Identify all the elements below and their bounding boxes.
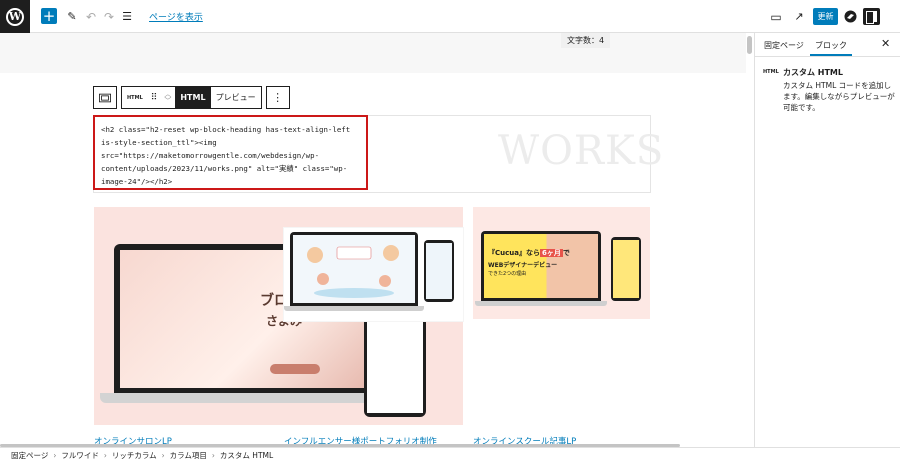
breadcrumb-item[interactable]: リッチカラム <box>112 450 157 461</box>
phone-screen <box>426 243 452 299</box>
laptop-screen: 『Cucua』なら 6ヶ月で WEBデザイナーデビュー できた2つの理由 <box>484 234 598 298</box>
external-preview-icon[interactable]: ↗ <box>792 7 806 26</box>
block-card-description: カスタム HTML コードを追加します。編集しながらプレビューが可能です。 <box>783 81 895 112</box>
redo-icon[interactable]: ↷ <box>102 7 116 26</box>
vertical-scrollbar[interactable] <box>747 36 752 54</box>
block-type-group: HTML ⠿ ︿ ﹀ HTML プレビュー <box>121 86 262 109</box>
phone-mockup <box>364 317 426 417</box>
phone-screen <box>613 240 639 298</box>
phone-screen <box>367 321 423 413</box>
laptop-mockup <box>290 232 418 306</box>
illustration-graphic <box>307 245 399 298</box>
breadcrumb-separator: › <box>211 450 215 460</box>
laptop-mockup: 『Cucua』なら 6ヶ月で WEBデザイナーデビュー できた2つの理由 <box>481 231 601 301</box>
phone-mockup <box>611 237 641 301</box>
breadcrumb-separator: › <box>161 450 165 460</box>
word-count-badge: 文字数：4 <box>561 33 611 48</box>
editor-top-bar: W + ✎ ↶ ↷ ☰ ページを表示 ▭ ↗ 更新 <box>0 0 900 33</box>
tab-block[interactable]: ブロック <box>810 40 852 56</box>
settings-sidebar: 固定ページ ブロック ✕ HTML カスタム HTML カスタム HTML コー… <box>754 33 900 447</box>
select-parent-button[interactable] <box>94 87 116 108</box>
thumb-cta-button <box>270 364 320 374</box>
thumb-school-line3: できた2つの理由 <box>488 271 527 277</box>
columns-icon <box>99 93 111 102</box>
tab-html[interactable]: HTML <box>175 87 211 108</box>
add-block-button[interactable]: + <box>41 8 57 24</box>
settings-sidebar-button[interactable] <box>863 8 880 25</box>
thumb-school-highlight: 6ヶ月 <box>539 249 563 257</box>
laptop-base <box>475 301 607 306</box>
breadcrumb-item[interactable]: フルワイド <box>61 450 99 461</box>
more-options-icon[interactable]: ⋮ <box>267 87 289 108</box>
custom-html-code-editor[interactable]: <h2 class="h2-reset wp-block-heading has… <box>93 115 368 190</box>
laptop-screen <box>293 235 415 303</box>
device-preview-icon[interactable]: ▭ <box>769 7 783 26</box>
canvas-header-band <box>0 33 746 73</box>
wordpress-logo-icon: W <box>6 7 24 26</box>
jetpack-shape <box>844 10 856 23</box>
html-block-icon[interactable]: HTML <box>122 87 148 108</box>
work-thumbnail-school[interactable]: 『Cucua』なら 6ヶ月で WEBデザイナーデビュー できた2つの理由 <box>473 207 650 319</box>
laptop-base <box>284 306 424 311</box>
tab-preview[interactable]: プレビュー <box>211 87 261 108</box>
thumb-school-line2: WEBデザイナーデビュー <box>488 262 558 269</box>
html-block-icon: HTML <box>763 69 779 75</box>
works-heading-image-text: WORKS <box>498 128 665 174</box>
block-toolbar: HTML ⠿ ︿ ﹀ HTML プレビュー ⋮ <box>93 86 290 109</box>
breadcrumb-item[interactable]: 固定ページ <box>11 450 48 461</box>
breadcrumb-separator: › <box>53 450 57 460</box>
move-up-down-icon[interactable]: ︿ ﹀ <box>160 87 175 108</box>
block-options-group: ⋮ <box>265 86 290 109</box>
thumb-school-headline: 『Cucua』なら 6ヶ月で <box>488 248 570 258</box>
wordpress-logo-button[interactable]: W <box>0 0 30 33</box>
update-button[interactable]: 更新 <box>813 8 838 25</box>
jetpack-icon[interactable] <box>843 7 857 26</box>
block-breadcrumb: 固定ページ › フルワイド › リッチカラム › カラム項目 › カスタム HT… <box>0 447 900 462</box>
sidebar-tabs: 固定ページ ブロック ✕ <box>755 33 900 57</box>
thumb-school-suffix: で <box>562 249 570 257</box>
laptop-base <box>100 393 400 403</box>
thumb-school-prefix: 『Cucua』なら <box>488 249 540 257</box>
view-page-link[interactable]: ページを表示 <box>149 10 203 23</box>
undo-icon[interactable]: ↶ <box>84 7 98 26</box>
block-parent-group <box>93 86 117 109</box>
tab-page[interactable]: 固定ページ <box>764 40 804 51</box>
breadcrumb-item[interactable]: カラム項目 <box>170 450 207 461</box>
close-icon[interactable]: ✕ <box>881 37 890 50</box>
breadcrumb-separator: › <box>103 450 107 460</box>
drag-handle-icon[interactable]: ⠿ <box>148 87 161 108</box>
phone-mockup <box>424 240 454 302</box>
tools-pencil-icon[interactable]: ✎ <box>65 7 79 26</box>
block-card-title: カスタム HTML <box>783 68 843 77</box>
block-editor: W + ✎ ↶ ↷ ☰ ページを表示 ▭ ↗ 更新 文字数：4 WORKS HT… <box>0 0 900 462</box>
breadcrumb-item-current: カスタム HTML <box>219 450 274 460</box>
list-view-icon[interactable]: ☰ <box>120 7 134 26</box>
work-thumbnail-influencer[interactable] <box>284 228 463 321</box>
chevron-down-icon: ﹀ <box>164 96 172 105</box>
